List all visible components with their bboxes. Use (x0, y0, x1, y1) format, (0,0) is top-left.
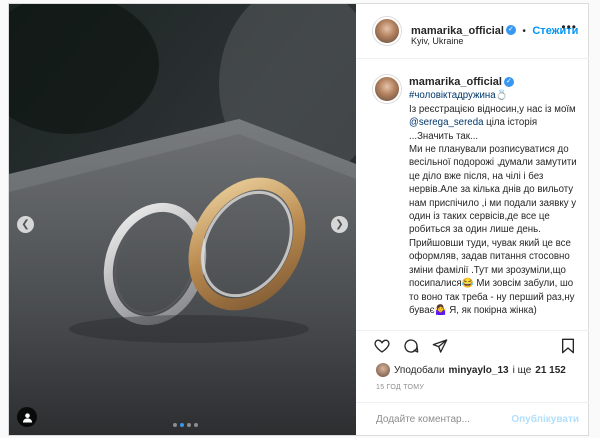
carousel-next-button[interactable]: ❯ (331, 216, 348, 233)
like-button[interactable] (374, 338, 390, 358)
comment-input[interactable]: Додайте коментар... (376, 414, 470, 425)
post-photo[interactable]: ❮ ❯ (9, 4, 356, 435)
verified-badge-icon: ✓ (505, 24, 516, 35)
mention-link[interactable]: @serega_sereda (409, 117, 483, 128)
caption-line: ціла історія (483, 117, 538, 129)
comment-icon (404, 339, 419, 353)
likes-summary: Уподобали minyaylo_13 і ще 21 152 (376, 363, 566, 377)
comment-box: Додайте коментар... Опублікувати (356, 402, 589, 435)
post-timestamp[interactable]: 15 ГОД ТОМУ (376, 384, 424, 391)
comment-button[interactable] (403, 338, 419, 358)
carousel-prev-button[interactable]: ❮ (17, 216, 34, 233)
tagged-users-button[interactable] (17, 407, 37, 427)
separator: • (522, 26, 526, 37)
carousel-dot (194, 423, 198, 427)
ring-emoji: 💍 (495, 90, 508, 102)
publish-button[interactable]: Опублікувати (511, 414, 579, 425)
avatar[interactable] (373, 17, 401, 45)
liker-username[interactable]: minyaylo_13 (449, 365, 509, 376)
caption-text: mamarika_official ✓ #чоловіктадружина💍 Із… (409, 76, 579, 317)
carousel-dot (187, 423, 191, 427)
caption-username[interactable]: mamarika_official (409, 76, 502, 88)
paper-plane-icon (432, 339, 448, 353)
more-options-icon[interactable]: ••• (561, 20, 577, 34)
liker-avatar[interactable] (376, 363, 390, 377)
rings-image (9, 4, 356, 435)
post-card: ❮ ❯ mamarika_official ✓ • Стежити Kyiv, … (8, 3, 589, 436)
likes-prefix: Уподобали (394, 364, 445, 376)
heart-icon (374, 339, 390, 353)
caption-line: Із реєстрацією відносин,у нас із моїм (409, 103, 576, 115)
post-side-panel: mamarika_official ✓ • Стежити Kyiv, Ukrai… (356, 4, 589, 435)
action-bar (356, 330, 589, 360)
chevron-left-icon: ❮ (21, 219, 30, 230)
carousel-dot-active (180, 423, 184, 427)
likes-suffix: і ще (512, 364, 532, 376)
save-button[interactable] (561, 338, 575, 358)
user-icon (22, 412, 32, 423)
carousel-dots (173, 423, 198, 427)
likes-count[interactable]: 21 152 (535, 365, 566, 376)
caption-paragraph: Ми не планували розписуватися до весільн… (409, 144, 577, 236)
caption-area: mamarika_official ✓ #чоловіктадружина💍 Із… (356, 60, 589, 323)
verified-badge-icon: ✓ (503, 77, 514, 88)
caption-line: ...Значить так... (409, 130, 479, 142)
carousel-dot (173, 423, 177, 427)
bookmark-icon (562, 338, 574, 354)
share-button[interactable] (432, 338, 448, 358)
caption-avatar[interactable] (373, 75, 401, 103)
hashtag-link[interactable]: #чоловіктадружина (409, 90, 496, 101)
post-header: mamarika_official ✓ • Стежити Kyiv, Ukrai… (356, 4, 589, 59)
chevron-right-icon: ❯ (335, 219, 344, 230)
caption-paragraph: Прийшовши туди, чувак який це все оформл… (409, 237, 575, 316)
location-link[interactable]: Kyiv, Ukraine (411, 36, 463, 46)
